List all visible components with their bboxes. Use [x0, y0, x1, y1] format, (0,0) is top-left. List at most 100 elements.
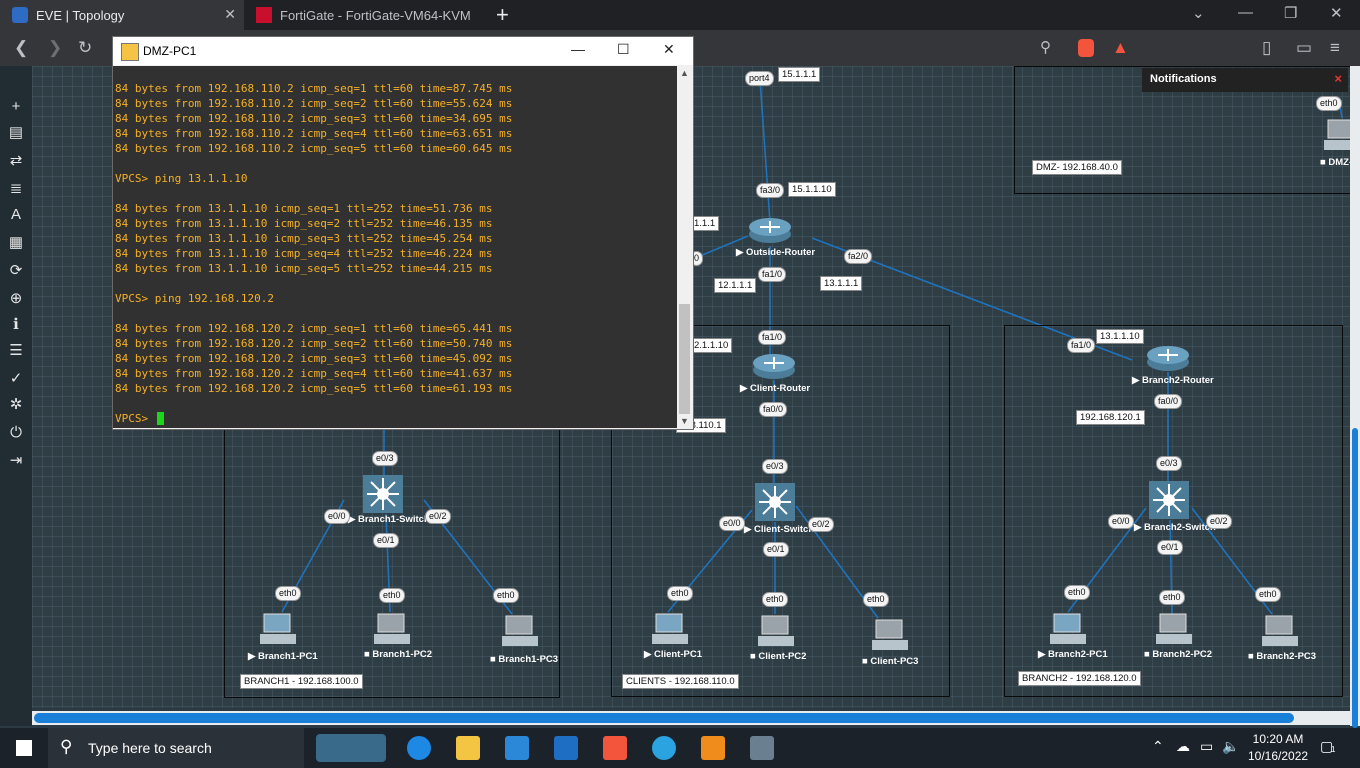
scroll-down-icon[interactable]: ▼	[680, 416, 689, 426]
link-port4-fa30	[759, 79, 771, 223]
terminal-line: 84 bytes from 13.1.1.10 icmp_seq=5 ttl=2…	[115, 262, 493, 275]
interface-label: e0/2	[808, 517, 834, 532]
scroll-up-icon[interactable]: ▲	[680, 68, 689, 78]
client-pc2[interactable]	[756, 614, 796, 655]
branch2-pc2[interactable]	[1154, 612, 1194, 653]
terminal-line: 84 bytes from 13.1.1.10 icmp_seq=1 ttl=2…	[115, 202, 493, 215]
pc-icon	[1324, 119, 1360, 150]
interface-label: eth0	[1255, 587, 1281, 602]
terminal-line: 84 bytes from 192.168.120.2 icmp_seq=2 t…	[115, 337, 513, 350]
close-notifications-icon[interactable]: ×	[1334, 71, 1342, 86]
branch2-switch-label: ▶ Branch2-Switch	[1134, 522, 1216, 533]
switch-icon	[363, 475, 403, 513]
clock-time: 10:20 AM	[1252, 732, 1304, 746]
putty-taskbar-icon[interactable]	[750, 736, 774, 760]
cloud-icon[interactable]: ☁	[1176, 738, 1190, 755]
switch-icon	[1149, 481, 1189, 519]
terminal-line: 84 bytes from 192.168.120.2 icmp_seq=5 t…	[115, 382, 513, 395]
mail-icon[interactable]	[554, 736, 578, 760]
client-router[interactable]	[752, 352, 796, 385]
ip-label: 12.1.1.1	[714, 278, 757, 293]
branch1-switch[interactable]	[362, 474, 404, 519]
terminal-output[interactable]: 84 bytes from 192.168.110.2 icmp_seq=1 t…	[113, 66, 677, 428]
terminal-line: 84 bytes from 13.1.1.10 icmp_seq=2 ttl=2…	[115, 217, 493, 230]
client-pc1-label: ▶ Client-PC1	[644, 649, 702, 660]
terminal-maximize-button[interactable]: ☐	[617, 41, 630, 58]
interface-label: eth0	[1316, 96, 1342, 111]
terminal-line: 84 bytes from 192.168.120.2 icmp_seq=4 t…	[115, 367, 513, 380]
edge-icon[interactable]	[407, 736, 431, 760]
volume-icon[interactable]: 🔈	[1222, 738, 1239, 755]
branch2-pc1[interactable]	[1048, 612, 1088, 653]
terminal-close-button[interactable]: ✕	[663, 41, 675, 58]
horizontal-scrollbar[interactable]	[32, 711, 1350, 725]
notifications-title: Notifications	[1150, 73, 1217, 85]
pc-icon	[1156, 613, 1192, 644]
terminal-line: VPCS> ping 13.1.1.10	[115, 172, 248, 185]
terminal-line: 84 bytes from 192.168.110.2 icmp_seq=3 t…	[115, 112, 513, 125]
taskbar-clock[interactable]: 10:20 AM 10/16/2022	[1248, 731, 1308, 765]
router-icon	[753, 354, 795, 379]
vertical-scrollbar[interactable]	[1350, 66, 1360, 728]
client-switch-label: ▶ Client-Switch	[744, 524, 815, 535]
terminal-window[interactable]: DMZ-PC1 — ☐ ✕ 84 bytes from 192.168.110.…	[112, 36, 694, 430]
branch1-switch-label: ▶ Branch1-Switch	[348, 514, 430, 525]
interface-label: e0/1	[373, 533, 399, 548]
terminal-title-bar[interactable]: DMZ-PC1 — ☐ ✕	[113, 37, 693, 65]
network-icon[interactable]: ▭	[1200, 738, 1213, 755]
interface-label: fa1/0	[758, 267, 787, 282]
pc-icon	[502, 615, 538, 646]
scroll-thumb[interactable]	[679, 304, 690, 414]
brave-icon[interactable]	[603, 736, 627, 760]
terminal-scrollbar[interactable]: ▲ ▼	[677, 66, 692, 428]
branch1-pc3[interactable]	[500, 614, 540, 655]
scroll-thumb[interactable]	[34, 713, 1294, 723]
dmz-pc[interactable]	[1322, 118, 1360, 159]
interface-label: eth0	[275, 586, 301, 601]
search-placeholder: Type here to search	[88, 740, 212, 756]
client-pc1[interactable]	[650, 612, 690, 653]
branch2-router[interactable]	[1146, 344, 1190, 377]
terminal-line: 84 bytes from 192.168.110.2 icmp_seq=4 t…	[115, 127, 513, 140]
ip-label: 2.1.1.10	[690, 338, 733, 353]
windows-taskbar: ⚲ Type here to search ⌃ ☁ ▭ 🔈 10:20 AM 1…	[0, 728, 1360, 768]
interface-label: e0/2	[1206, 514, 1232, 529]
ip-label: 1.1.1	[690, 216, 720, 231]
branch2-pc3[interactable]	[1260, 614, 1300, 655]
outside-router-label: ▶ Outside-Router	[736, 247, 816, 258]
interface-label: e0/0	[1108, 514, 1134, 529]
notifications-panel: Notifications ×	[1142, 68, 1348, 92]
file-explorer-icon[interactable]	[456, 736, 480, 760]
terminal-minimize-button[interactable]: —	[571, 41, 585, 57]
pc-icon	[652, 613, 688, 644]
branch1-pc2[interactable]	[372, 612, 412, 653]
scroll-thumb[interactable]	[1352, 428, 1358, 728]
pc-icon	[260, 613, 296, 644]
vmware-icon[interactable]	[701, 736, 725, 760]
interface-label: eth0	[1064, 585, 1090, 600]
interface-label: fa3/0	[756, 183, 785, 198]
client-switch[interactable]	[754, 482, 796, 527]
ip-label: 13.1.1.1	[820, 276, 863, 291]
branch2-router-label: ▶ Branch2-Router	[1132, 375, 1214, 386]
interface-label: e0/3	[762, 459, 788, 474]
interface-label: fa0/0	[1154, 394, 1183, 409]
windows-start-icon[interactable]	[16, 740, 32, 756]
interface-label: e0/0	[324, 509, 350, 524]
client-pc3[interactable]	[870, 618, 910, 659]
chevron-up-icon[interactable]: ⌃	[1152, 738, 1164, 755]
switch-icon	[755, 483, 795, 521]
microsoft-store-icon[interactable]	[505, 736, 529, 760]
telegram-icon[interactable]	[652, 736, 676, 760]
outside-router[interactable]	[748, 216, 792, 249]
branch1-pc1[interactable]	[258, 612, 298, 653]
interface-label: eth0	[379, 588, 405, 603]
branch1-network-label: BRANCH1 - 192.168.100.0	[240, 674, 363, 689]
pc-icon	[758, 615, 794, 646]
branch2-switch[interactable]	[1148, 480, 1190, 525]
branch2-pc2-label: ■ Branch2-PC2	[1144, 649, 1213, 660]
pc-icon	[1262, 615, 1298, 646]
taskbar-search[interactable]: ⚲ Type here to search	[48, 728, 386, 768]
dmz-network-label: DMZ- 192.168.40.0	[1032, 160, 1122, 175]
interface-label: fa2/0	[844, 249, 873, 264]
